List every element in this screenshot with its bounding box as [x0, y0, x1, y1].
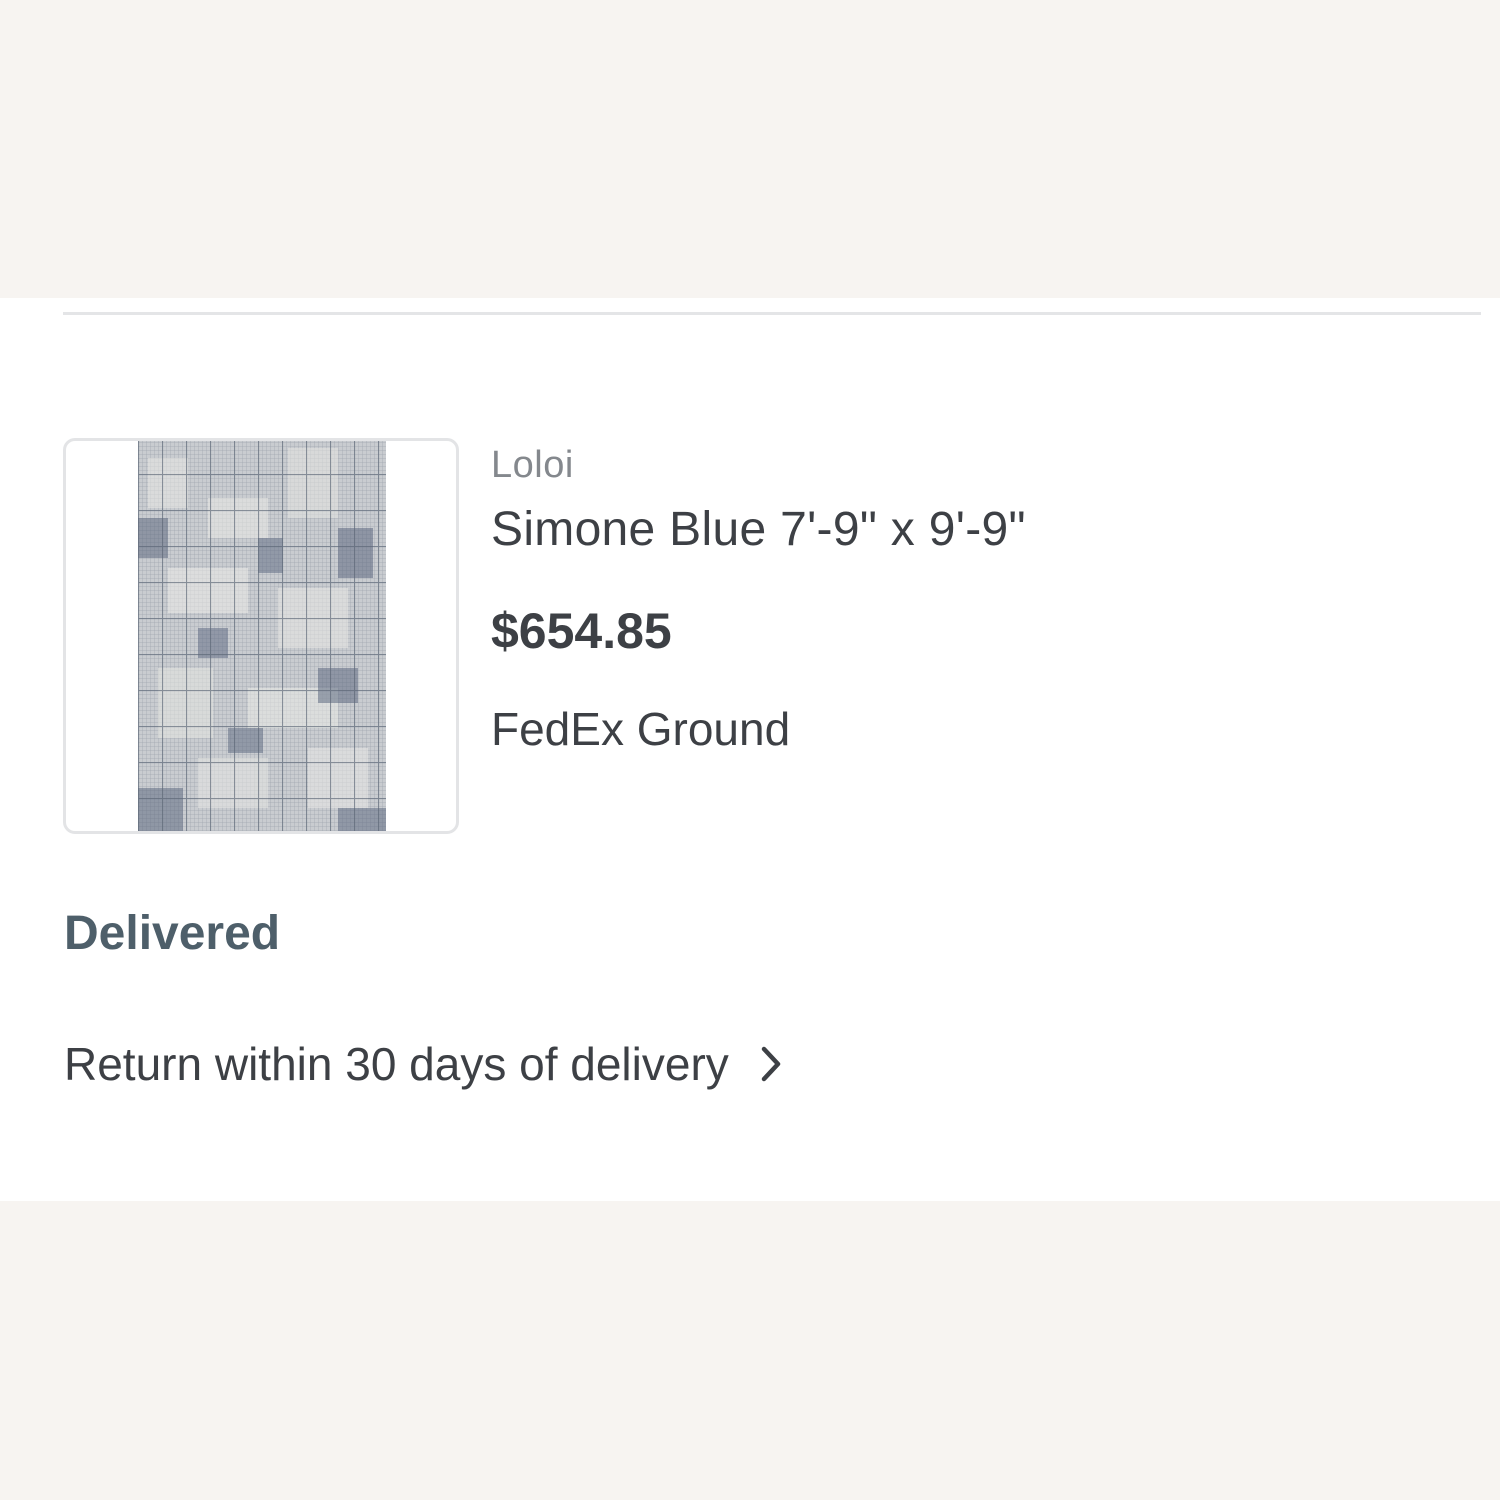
return-link-label: Return within 30 days of delivery	[64, 1038, 729, 1090]
product-name[interactable]: Simone Blue 7'-9" x 9'-9"	[491, 502, 1026, 557]
chevron-right-icon	[757, 1044, 785, 1084]
product-thumbnail[interactable]	[63, 438, 459, 834]
bottom-background	[0, 1201, 1500, 1500]
brand-name: Loloi	[491, 444, 574, 486]
divider	[63, 312, 1481, 315]
product-price: $654.85	[491, 603, 672, 659]
top-background	[0, 0, 1500, 298]
order-item-card: Loloi Simone Blue 7'-9" x 9'-9" $654.85 …	[0, 298, 1500, 1201]
delivery-status: Delivered	[64, 907, 281, 960]
rug-image	[138, 441, 386, 831]
return-link[interactable]: Return within 30 days of delivery	[64, 1034, 785, 1094]
shipping-method: FedEx Ground	[491, 703, 791, 755]
